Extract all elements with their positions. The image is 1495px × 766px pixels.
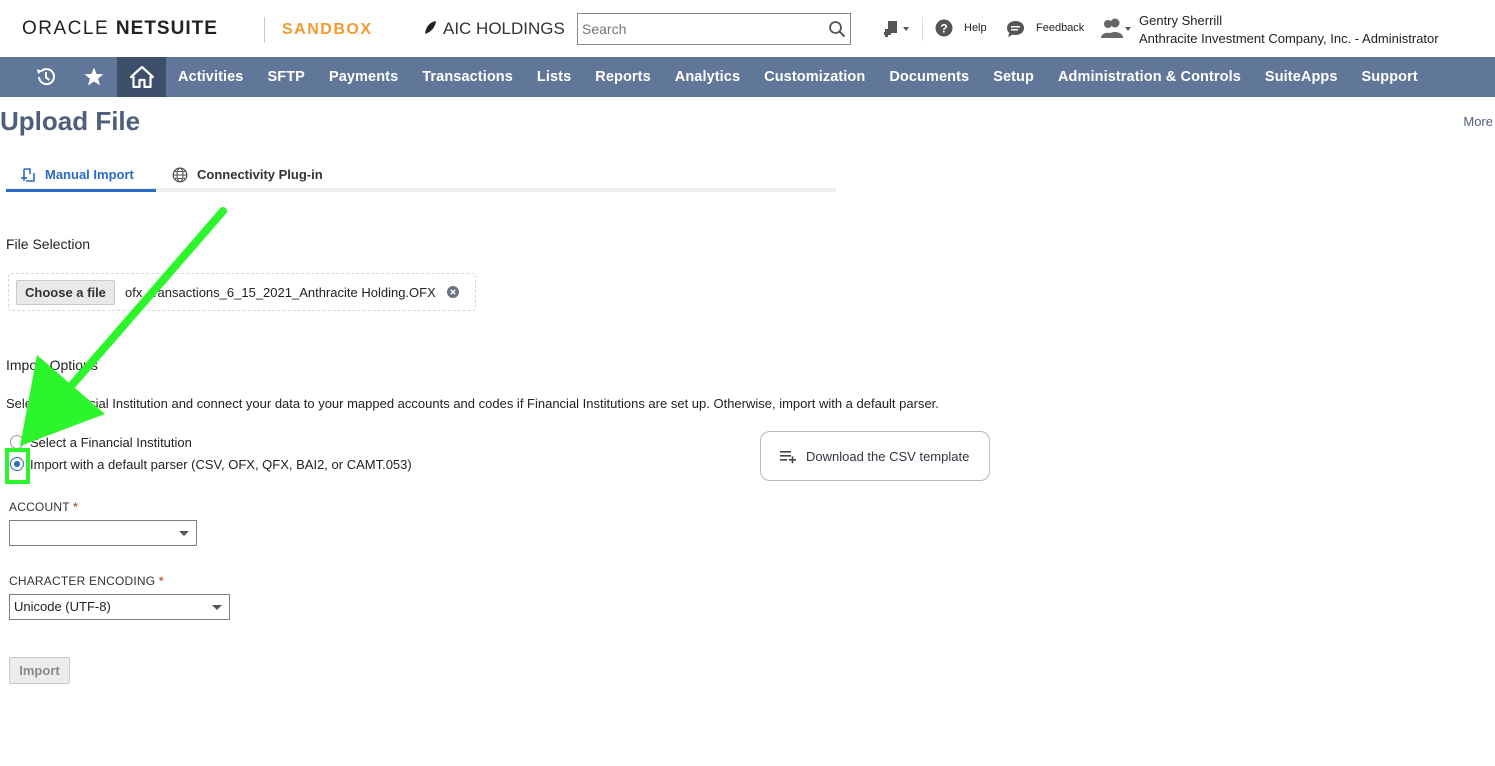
page-title: Upload File — [0, 106, 141, 136]
nav-item-sftp[interactable]: SFTP — [255, 69, 316, 85]
import-options-heading: Import Options — [6, 357, 98, 373]
logo-divider — [264, 17, 265, 43]
chevron-down-icon — [212, 605, 222, 610]
global-search[interactable] — [577, 13, 851, 45]
nav-item-lists[interactable]: Lists — [525, 69, 583, 85]
choose-file-button[interactable]: Choose a file — [16, 280, 115, 305]
download-csv-template-button[interactable]: Download the CSV template — [760, 431, 990, 481]
more-link[interactable]: More — [1463, 114, 1493, 129]
nav-item-support[interactable]: Support — [1350, 69, 1430, 85]
import-tabs: Manual Import Connectivity Plug-in — [6, 157, 836, 192]
radio-default-parser[interactable]: Import with a default parser (CSV, OFX, … — [10, 455, 412, 473]
company-logo: AIC HOLDINGS — [424, 19, 565, 39]
top-header: ORACLE NETSUITE SANDBOX AIC HOLDINGS ? H… — [0, 0, 1495, 57]
remove-file-icon[interactable] — [447, 286, 459, 298]
nav-item-activities[interactable]: Activities — [166, 69, 255, 85]
nav-item-administration-controls[interactable]: Administration & Controls — [1046, 69, 1253, 85]
file-drop-zone[interactable]: Choose a file ofx_transactions_6_15_2021… — [8, 273, 476, 311]
list-add-icon — [780, 451, 796, 464]
radio-select-institution[interactable]: Select a Financial Institution — [10, 433, 192, 451]
user-name[interactable]: Gentry Sherrill — [1139, 13, 1222, 28]
netsuite-logo[interactable]: ORACLE NETSUITE — [22, 18, 218, 40]
selected-file-name: ofx_transactions_6_15_2021_Anthracite Ho… — [125, 285, 436, 300]
nav-item-payments[interactable]: Payments — [317, 69, 410, 85]
help-link[interactable]: Help — [964, 22, 987, 34]
search-input[interactable] — [578, 14, 818, 44]
svg-text:?: ? — [940, 22, 947, 36]
user-roles-icon[interactable] — [1100, 18, 1132, 40]
nav-item-customization[interactable]: Customization — [752, 69, 877, 85]
tab-manual-import-label: Manual Import — [45, 167, 134, 182]
search-icon[interactable] — [828, 20, 846, 38]
nav-item-setup[interactable]: Setup — [981, 69, 1046, 85]
nav-item-analytics[interactable]: Analytics — [663, 69, 752, 85]
required-marker: * — [73, 500, 78, 514]
radio-button-institution[interactable] — [10, 435, 24, 449]
nav-item-suiteapps[interactable]: SuiteApps — [1253, 69, 1350, 85]
nav-item-reports[interactable]: Reports — [583, 69, 663, 85]
leaf-icon — [425, 21, 436, 34]
nav-item-transactions[interactable]: Transactions — [410, 69, 525, 85]
csv-template-label: Download the CSV template — [806, 448, 970, 464]
shortcuts-star-icon[interactable] — [81, 57, 107, 97]
chevron-down-icon — [179, 531, 189, 536]
create-new-icon[interactable] — [884, 20, 912, 40]
import-options-description: Select a Financial Institution and conne… — [6, 396, 939, 411]
tab-connectivity-plugin[interactable]: Connectivity Plug-in — [172, 157, 323, 192]
tab-connectivity-plugin-label: Connectivity Plug-in — [197, 167, 323, 182]
file-selection-heading: File Selection — [6, 236, 91, 252]
character-encoding-label: CHARACTER ENCODING * — [9, 574, 164, 588]
header-divider — [922, 17, 923, 41]
manual-import-icon — [21, 167, 35, 182]
character-encoding-value: Unicode (UTF-8) — [14, 599, 111, 614]
required-marker: * — [158, 574, 164, 588]
feedback-link[interactable]: Feedback — [1036, 22, 1084, 34]
character-encoding-select[interactable]: Unicode (UTF-8) — [9, 594, 230, 620]
main-navigation: Activities SFTP Payments Transactions Li… — [0, 57, 1495, 97]
user-role[interactable]: Anthracite Investment Company, Inc. - Ad… — [1139, 31, 1439, 46]
nav-item-documents[interactable]: Documents — [877, 69, 981, 85]
annotation-highlight-box — [5, 448, 30, 484]
import-button[interactable]: Import — [9, 657, 70, 684]
radio-label-default-parser: Import with a default parser (CSV, OFX, … — [30, 456, 412, 472]
radio-label-institution: Select a Financial Institution — [30, 434, 192, 450]
sandbox-badge: SANDBOX — [282, 21, 373, 38]
active-tab-indicator — [6, 189, 156, 192]
feedback-icon[interactable] — [1006, 20, 1025, 38]
help-icon[interactable]: ? — [935, 19, 953, 37]
home-icon[interactable] — [117, 57, 166, 97]
recent-records-icon[interactable] — [32, 57, 60, 97]
account-label: ACCOUNT * — [9, 500, 78, 514]
tab-manual-import[interactable]: Manual Import — [6, 157, 156, 192]
globe-icon — [172, 167, 188, 182]
account-select[interactable] — [9, 520, 197, 546]
nav-menu: Activities SFTP Payments Transactions Li… — [166, 57, 1430, 97]
